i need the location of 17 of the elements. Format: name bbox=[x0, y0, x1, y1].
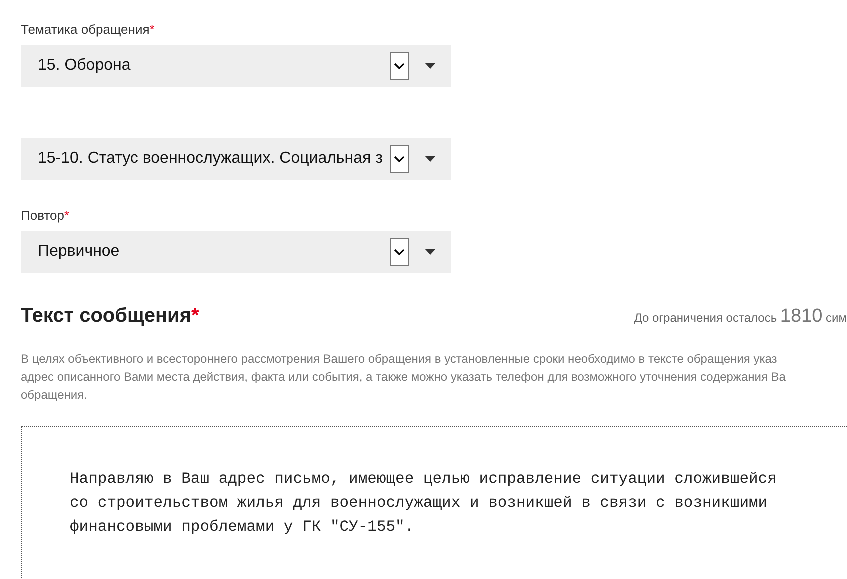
chevron-icon bbox=[390, 145, 409, 173]
section-title: Текст сообщения* bbox=[21, 305, 200, 328]
chevron-icon bbox=[390, 52, 409, 80]
message-textarea[interactable]: Направляю в Ваш адрес письмо, имеющее целью исправление ситуации сложившейся со строительством жилья для военнослужащих и возникшей в связи с возникшими финансовыми проблемами у ГК "СУ-155". bbox=[21, 426, 847, 579]
hint-text: В целях объективного и всестороннего рассмотрения Вашего обращения в установленные сроки необходимо в тексте обращения указ bbox=[21, 351, 778, 368]
chevron-icon bbox=[390, 238, 409, 266]
caret-icon bbox=[425, 249, 436, 255]
caret-icon bbox=[425, 63, 436, 69]
hint-text: обращения. bbox=[21, 387, 88, 404]
dropdown-select[interactable]: Первичное bbox=[21, 231, 451, 273]
dropdown-select[interactable]: 15. Оборона bbox=[21, 45, 451, 87]
field-label: Повтор* bbox=[21, 208, 71, 223]
field-label: Тематика обращения* bbox=[21, 22, 156, 37]
hint-text: адрес описанного Вами места действия, факта или события, а также можно указать телефон для возможного уточнения содержания Ва bbox=[21, 369, 787, 386]
character-counter: До ограничения осталось 1810 сим bbox=[634, 306, 847, 328]
caret-icon bbox=[425, 156, 436, 162]
dropdown-select[interactable]: 15-10. Статус военнослужащих. Социальная з bbox=[21, 138, 451, 180]
